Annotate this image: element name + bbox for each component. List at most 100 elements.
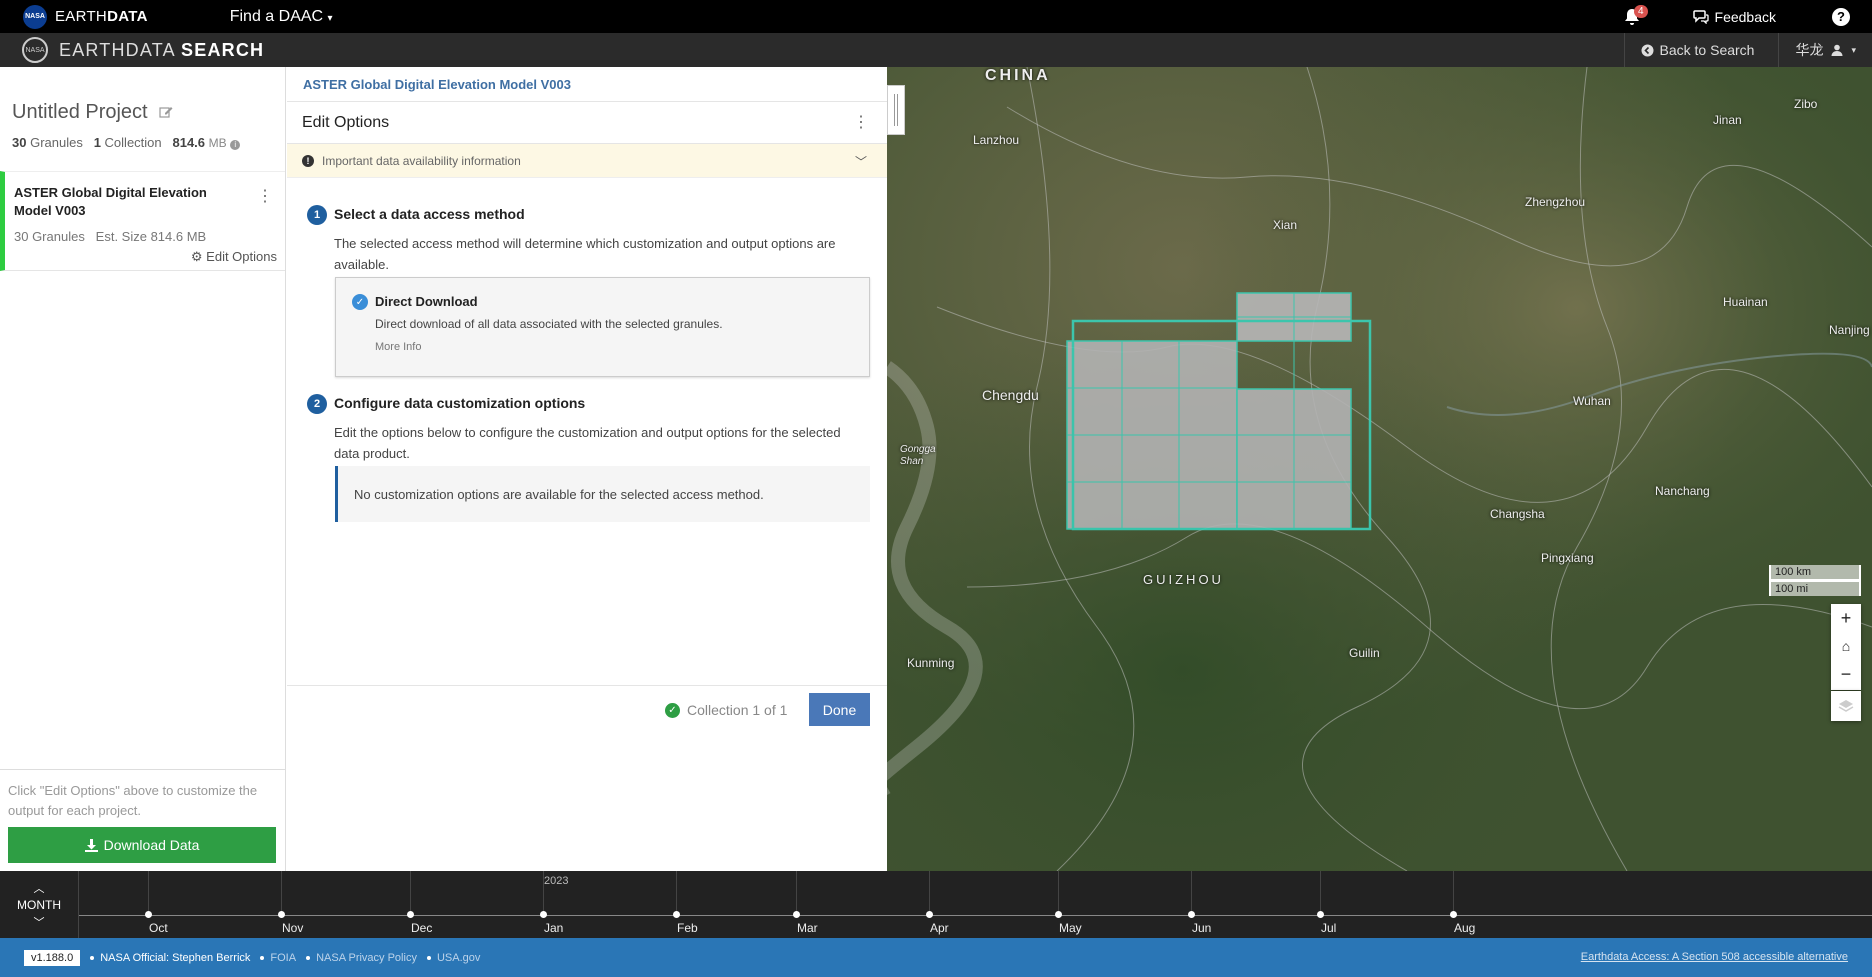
timeline-month-dot[interactable] xyxy=(278,911,285,918)
section-508-link[interactable]: Earthdata Access: A Section 508 accessib… xyxy=(1581,951,1848,963)
footer-foia-link[interactable]: FOIA xyxy=(260,952,296,964)
timeline-month-label: Feb xyxy=(677,921,698,935)
timeline-month-dot[interactable] xyxy=(407,911,414,918)
timeline-tick xyxy=(1453,871,1454,915)
arrow-circle-left-icon xyxy=(1641,44,1654,56)
collection-count: 1 xyxy=(93,135,101,150)
map-label-china: CHINA xyxy=(985,67,1051,84)
chevron-down-icon[interactable]: ﹀ xyxy=(855,153,867,170)
feedback-button[interactable]: Feedback xyxy=(1692,9,1776,25)
zoom-out-button[interactable]: − xyxy=(1831,660,1861,688)
help-button[interactable]: ? xyxy=(1832,7,1850,26)
step-number: 1 xyxy=(307,205,327,225)
timeline-month-dot[interactable] xyxy=(1055,911,1062,918)
kebab-menu-icon[interactable]: ⋮ xyxy=(257,186,273,206)
step-number: 2 xyxy=(307,394,327,414)
map[interactable]: CHINA Lanzhou Xian Zhengzhou Jinan Zibo … xyxy=(887,67,1872,871)
bullet-dot xyxy=(90,955,95,960)
home-button[interactable]: ⌂ xyxy=(1831,632,1861,660)
timeline-month-label: Apr xyxy=(930,921,949,935)
nasa-meatball-logo[interactable]: NASA xyxy=(22,37,48,63)
access-method-description: Direct download of all data associated w… xyxy=(375,317,723,331)
footer-foia-text: FOIA xyxy=(270,951,297,964)
caret-down-icon: ▾ xyxy=(327,12,333,24)
info-icon[interactable]: i xyxy=(230,140,241,150)
notification-count-badge: 4 xyxy=(1633,4,1648,18)
done-button[interactable]: Done xyxy=(809,693,870,726)
timeline-month-dot[interactable] xyxy=(793,911,800,918)
collection-progress: ✓ Collection 1 of 1 xyxy=(665,702,787,718)
collection-meta: 30 Granules Est. Size 814.6 MB xyxy=(14,229,207,244)
panel-breadcrumb[interactable]: ASTER Global Digital Elevation Model V00… xyxy=(303,77,571,92)
notifications-button[interactable]: 4 xyxy=(1619,4,1648,30)
map-label-zibo: Zibo xyxy=(1794,97,1818,111)
access-method-direct-download[interactable]: ✓ Direct Download Direct download of all… xyxy=(335,277,870,377)
timeline-month-dot[interactable] xyxy=(926,911,933,918)
panel-resize-handle[interactable] xyxy=(887,85,905,135)
timeline-month-dot[interactable] xyxy=(145,911,152,918)
timeline-interval-control[interactable]: ︿ MONTH ﹀ xyxy=(0,871,79,938)
timeline-month-dot[interactable] xyxy=(540,911,547,918)
map-label-nanjing: Nanjing xyxy=(1829,323,1870,337)
map-label-kunming: Kunming xyxy=(907,656,955,670)
size-unit: MB xyxy=(208,136,227,150)
map-label-gongga-shan: Gongga Shan xyxy=(900,444,936,467)
timeline-month-label: Mar xyxy=(797,921,818,935)
nasa-logo[interactable]: NASA xyxy=(23,4,47,29)
timeline-month-label: Jul xyxy=(1321,921,1337,935)
timeline-month-dot[interactable] xyxy=(1450,911,1457,918)
map-label-xian: Xian xyxy=(1273,218,1298,232)
timeline[interactable]: ︿ MONTH ﹀ Oct Nov Dec Jan Feb Mar Apr May Jun Jul… xyxy=(0,871,1872,938)
timeline-month-dot[interactable] xyxy=(1317,911,1324,918)
timeline-month-dot[interactable] xyxy=(673,911,680,918)
footer-official: NASA Official: Stephen Berrick xyxy=(90,952,250,964)
earthdata-brand[interactable]: EARTHDATA xyxy=(55,8,148,25)
project-title[interactable]: Untitled Project xyxy=(12,101,173,124)
map-label-zhengzhou: Zhengzhou xyxy=(1525,195,1586,209)
earthdata-search-brand[interactable]: EARTHDATA SEARCH xyxy=(59,40,264,61)
edit-options-link[interactable]: ⚙ Edit Options xyxy=(191,249,277,265)
brand-suffix: DATA xyxy=(107,8,148,25)
map-label-changsha: Changsha xyxy=(1490,507,1545,521)
edit-icon[interactable] xyxy=(159,105,173,119)
timeline-tick xyxy=(929,871,930,915)
project-summary: 30 Granules 1 Collection 814.6 MB i xyxy=(12,135,241,150)
download-data-button[interactable]: Download Data xyxy=(8,827,276,863)
timeline-track xyxy=(79,915,1872,916)
timeline-month-label: Aug xyxy=(1454,921,1476,935)
layers-button[interactable] xyxy=(1831,691,1861,721)
footer-privacy-link[interactable]: NASA Privacy Policy xyxy=(306,952,417,964)
back-to-search-button[interactable]: Back to Search xyxy=(1623,33,1779,67)
brand-prefix: EARTH xyxy=(55,8,108,25)
find-daac-dropdown[interactable]: Find a DAAC ▾ xyxy=(230,8,333,26)
search-brand-light: EARTHDATA xyxy=(59,39,182,60)
more-info-link[interactable]: More Info xyxy=(375,341,421,353)
timeline-month-label: Nov xyxy=(282,921,304,935)
footer-usagov-link[interactable]: USA.gov xyxy=(426,952,480,964)
project-title-text: Untitled Project xyxy=(12,101,148,123)
gear-icon: ⚙ xyxy=(190,249,203,264)
project-size: 814.6 xyxy=(172,135,206,150)
timeline-tick xyxy=(148,871,149,915)
user-menu[interactable]: 华龙 ▾ xyxy=(1778,33,1872,67)
map-label-wuhan: Wuhan xyxy=(1573,394,1611,408)
chevron-down-icon[interactable]: ﹀ xyxy=(34,914,45,930)
zoom-in-button[interactable]: + xyxy=(1831,604,1861,632)
bullet-dot xyxy=(426,955,431,960)
map-label-guilin: Guilin xyxy=(1349,646,1380,660)
footer-privacy-text: NASA Privacy Policy xyxy=(316,951,417,964)
kebab-menu-icon[interactable]: ⋮ xyxy=(853,112,869,132)
site-footer: v1.188.0 NASA Official: Stephen Berrick … xyxy=(0,938,1872,977)
step-title: Select a data access method xyxy=(334,206,525,222)
timeline-tick xyxy=(1058,871,1059,915)
collection-title: ASTER Global Digital Elevation Model V00… xyxy=(14,185,207,218)
bullet-dot xyxy=(260,955,265,960)
data-availability-notice[interactable]: ! Important data availability informatio… xyxy=(287,144,887,178)
map-label-chengdu: Chengdu xyxy=(982,387,1039,403)
chat-icon xyxy=(1692,9,1709,24)
search-brand-bold: SEARCH xyxy=(181,39,265,60)
footer-official-text: NASA Official: Stephen Berrick xyxy=(100,951,251,964)
timeline-month-dot[interactable] xyxy=(1188,911,1195,918)
project-collection-item[interactable]: ASTER Global Digital Elevation Model V00… xyxy=(0,171,285,271)
chevron-up-icon[interactable]: ︿ xyxy=(34,880,45,896)
